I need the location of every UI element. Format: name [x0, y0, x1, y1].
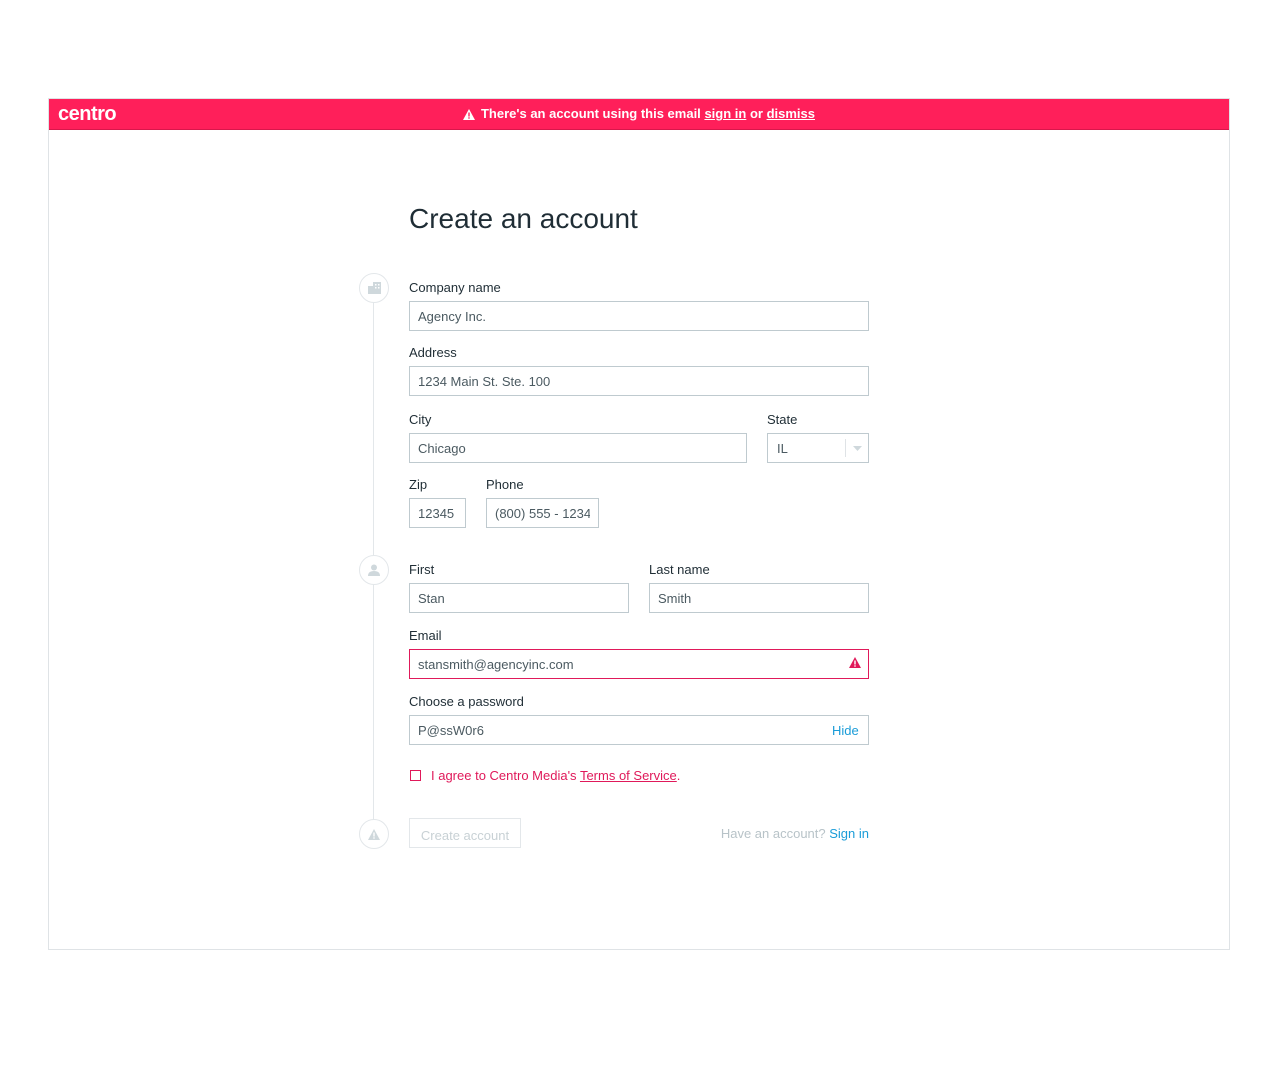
phone-label: Phone [486, 477, 524, 492]
building-step [359, 273, 389, 303]
have-account-label: Have an account? [720, 826, 826, 841]
alert-sign-in-link[interactable]: sign in [704, 106, 746, 121]
email-label: Email [409, 628, 442, 643]
state-label: State [767, 412, 798, 427]
terms-agree-label: I agree to Centro Media's [431, 768, 577, 783]
chevron-down-icon [853, 446, 862, 451]
zip-label: Zip [409, 477, 428, 492]
phone-input[interactable] [486, 498, 599, 528]
alert-or-text: or [749, 106, 763, 121]
state-select-value: IL [777, 441, 788, 456]
email-error-icon [849, 657, 861, 668]
email-input[interactable] [409, 649, 869, 679]
alert-text: There's an account using this email [480, 106, 701, 121]
alert-dismiss-link[interactable]: dismiss [767, 106, 815, 121]
user-step [359, 555, 389, 585]
terms-checkbox[interactable] [410, 770, 421, 781]
alert-step [359, 819, 389, 849]
last-name-input[interactable] [649, 583, 869, 613]
address-input[interactable] [409, 366, 869, 396]
have-account-text: Have an account? Sign in [721, 826, 869, 841]
password-label: Choose a password [409, 694, 524, 709]
first-name-label: First [409, 562, 435, 577]
page-frame: centro There's an account using this ema… [48, 98, 1230, 950]
terms-agree-end: . [676, 768, 681, 783]
terms-agree-text: I agree to Centro Media's Terms of Servi… [431, 768, 680, 783]
user-icon [368, 564, 380, 576]
last-name-label: Last name [649, 562, 710, 577]
state-select[interactable]: IL [767, 433, 869, 463]
state-select-divider [845, 439, 846, 457]
hide-password-toggle[interactable]: Hide [832, 723, 859, 738]
building-icon [367, 282, 381, 294]
alert-triangle-icon [368, 828, 380, 840]
city-label: City [409, 412, 432, 427]
alert-banner: centro There's an account using this ema… [49, 99, 1229, 130]
first-name-input[interactable] [409, 583, 629, 613]
alert-message: There's an account using this email sign… [49, 106, 1229, 121]
page-title: Create an account [409, 203, 638, 234]
password-input[interactable] [409, 715, 869, 745]
zip-input[interactable] [409, 498, 466, 528]
terms-of-service-link[interactable]: Terms of Service [580, 768, 677, 783]
create-account-button[interactable]: Create account [409, 818, 521, 848]
warning-icon [462, 109, 475, 120]
sign-in-link[interactable]: Sign in [829, 826, 869, 841]
address-label: Address [409, 345, 457, 360]
company-name-input[interactable] [409, 301, 869, 331]
city-input[interactable] [409, 433, 747, 463]
company-name-label: Company name [409, 280, 501, 295]
